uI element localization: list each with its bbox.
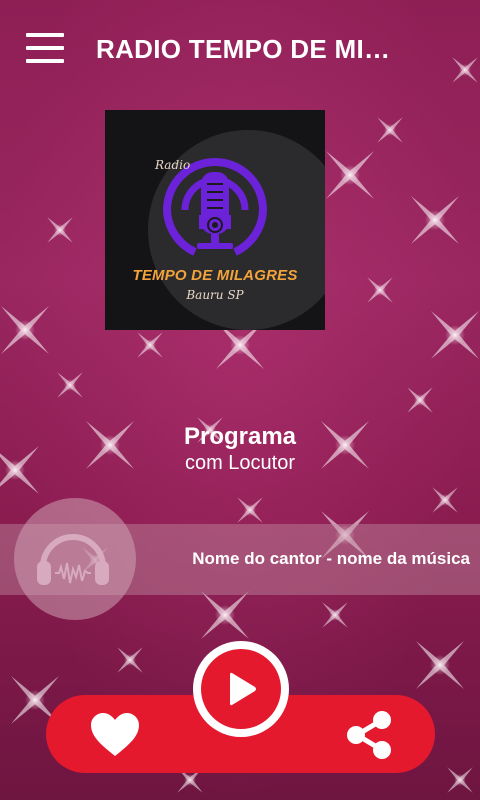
logo-main-text: TEMPO DE MILAGRES bbox=[132, 267, 298, 284]
play-icon bbox=[230, 672, 256, 706]
share-icon[interactable] bbox=[345, 710, 393, 760]
heart-icon[interactable] bbox=[90, 712, 140, 758]
app-bar: RADIO TEMPO DE MILAGRES bbox=[0, 0, 480, 100]
station-cover-art: Radio TEMPO DE MILAGRES Bauru SP bbox=[105, 110, 325, 330]
headphones-icon bbox=[37, 534, 109, 585]
logo-small-text: Radio bbox=[155, 158, 191, 172]
hamburger-menu-icon[interactable] bbox=[26, 33, 64, 65]
now-playing-song: Nome do cantor - nome da música bbox=[192, 549, 470, 568]
program-title: Programa bbox=[183, 423, 297, 450]
play-button[interactable] bbox=[193, 641, 289, 737]
logo-location-text: Bauru SP bbox=[186, 288, 244, 302]
program-host: com Locutor bbox=[184, 452, 296, 474]
app-title: RADIO TEMPO DE MILAGRES bbox=[96, 34, 396, 64]
program-info: Programa com Locutor bbox=[0, 423, 480, 475]
